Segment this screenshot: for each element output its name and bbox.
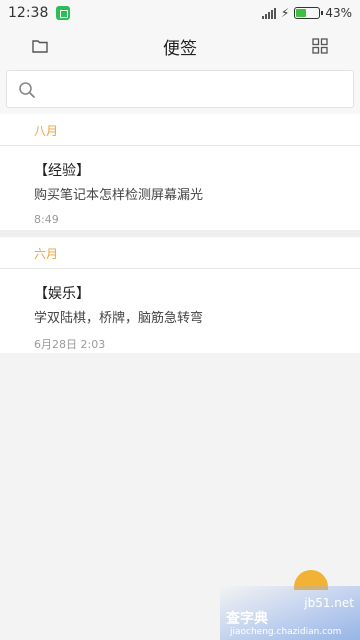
note-time: 8:49: [34, 213, 59, 226]
note-item[interactable]: 【经验】 购买笔记本怎样检测屏幕漏光 8:49: [0, 146, 360, 226]
watermark-site: jb51.net: [304, 596, 354, 610]
note-body: 学双陆棋，桥牌，脑筋急转弯: [34, 311, 204, 326]
status-indicators: ⚡ 43%: [261, 6, 352, 20]
status-bar: 12:38 ⚡ 43%: [0, 0, 360, 26]
page-title: 便签: [163, 39, 197, 59]
signal-icon: [261, 7, 276, 19]
month-section-august: 八月 【经验】 购买笔记本怎样检测屏幕漏光 8:49: [0, 114, 360, 230]
month-section-june: 六月 【娱乐】 学双陆棋，桥牌，脑筋急转弯 6月28日 2:03: [0, 237, 360, 353]
battery-fill: [296, 9, 306, 17]
section-divider: [0, 230, 360, 237]
app-header: 便签: [0, 26, 360, 66]
note-title: 【经验】: [34, 163, 90, 179]
note-body: 购买笔记本怎样检测屏幕漏光: [34, 188, 204, 203]
watermark-brand: 查字典: [226, 611, 268, 627]
note-title: 【娱乐】: [34, 286, 90, 302]
search-box[interactable]: [6, 70, 354, 108]
section-month-label: 六月: [0, 237, 360, 269]
search-input[interactable]: [45, 77, 345, 103]
note-item[interactable]: 【娱乐】 学双陆棋，桥牌，脑筋急转弯 6月28日 2:03: [0, 269, 360, 352]
view-toggle-button[interactable]: [308, 36, 332, 56]
note-time: 6月28日 2:03: [34, 338, 106, 351]
search-icon: [19, 82, 35, 98]
grid-icon: [312, 38, 328, 54]
status-time: 12:38: [8, 5, 49, 21]
watermark-url: jiaocheng.chazidian.com: [230, 627, 342, 637]
battery-icon: [294, 7, 324, 19]
search-area: [0, 66, 360, 114]
notification-app-icon: [56, 6, 71, 20]
watermark: jb51.net 查字典 jiaocheng.chazidian.com: [220, 586, 360, 640]
charging-icon: ⚡: [280, 6, 290, 20]
section-month-label: 八月: [0, 114, 360, 146]
battery-percent: 43%: [325, 6, 352, 20]
